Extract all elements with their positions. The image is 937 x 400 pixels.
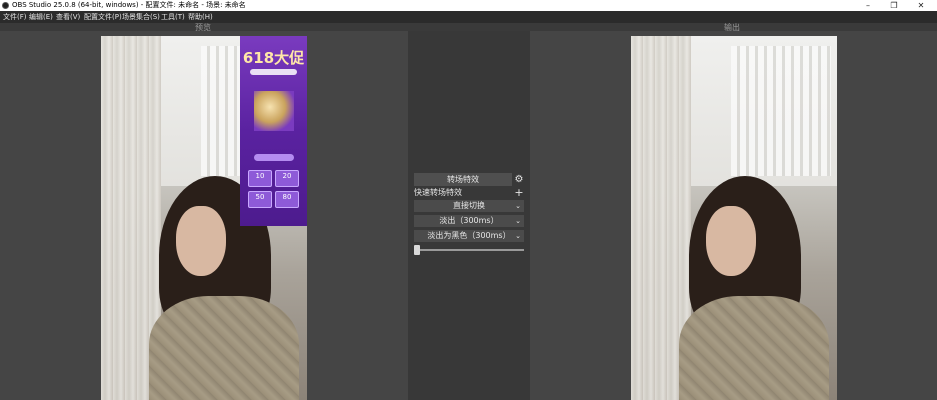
coupon-20: 20 (275, 170, 299, 187)
window-titlebar: OBS Studio 25.0.8 (64-bit, windows) - 配置… (0, 0, 937, 11)
quick-transition-fade-label: 淡出（300ms） (439, 216, 499, 225)
transition-button[interactable]: 转场特效 (414, 173, 512, 186)
menu-scene-collection[interactable]: 场景集合(S) (122, 11, 160, 23)
quick-transition-cut-label: 直接切换 (453, 201, 485, 210)
add-quick-transition-icon[interactable]: + (514, 186, 524, 199)
promo-subtitle-pill (250, 69, 297, 75)
coupon-10: 10 (248, 170, 272, 187)
obs-logo-icon (2, 2, 9, 9)
close-button[interactable]: ✕ (910, 0, 932, 11)
menu-file[interactable]: 文件(F) (3, 11, 27, 23)
menu-view[interactable]: 查看(V) (56, 11, 80, 23)
program-canvas (530, 31, 937, 400)
minimize-button[interactable]: – (857, 0, 879, 11)
chevron-down-icon: ⌄ (515, 232, 521, 240)
chevron-down-icon: ⌄ (515, 217, 521, 225)
quick-transitions-label: 快速转场特效 (414, 188, 462, 197)
sweater (149, 296, 299, 400)
coupon-50: 50 (248, 191, 272, 208)
quick-transition-fade[interactable]: 淡出（300ms） ⌄ (414, 215, 524, 227)
promo-headline: 618大促 (242, 49, 305, 67)
promo-banner-source[interactable]: 618大促 10 20 50 80 (240, 36, 307, 226)
menu-help[interactable]: 帮助(H) (188, 11, 213, 23)
t-bar-track[interactable] (414, 249, 524, 251)
cosmetics-image (254, 91, 294, 131)
face (706, 206, 756, 276)
menu-bar: 文件(F) 编辑(E) 查看(V) 配置文件(P) 场景集合(S) 工具(T) … (0, 11, 937, 23)
program-photo (631, 36, 837, 400)
quick-transition-fade-black[interactable]: 淡出为黑色（300ms） ⌄ (414, 230, 524, 242)
menu-edit[interactable]: 编辑(E) (29, 11, 53, 23)
window-title: OBS Studio 25.0.8 (64-bit, windows) - 配置… (12, 1, 246, 9)
menu-profile[interactable]: 配置文件(P) (84, 11, 122, 23)
stair-railing (731, 46, 831, 176)
face (176, 206, 226, 276)
promo-button (254, 154, 294, 161)
chevron-down-icon: ⌄ (515, 202, 521, 210)
gear-icon[interactable]: ⚙ (514, 173, 524, 186)
maximize-button[interactable]: ❐ (883, 0, 905, 11)
coupon-80: 80 (275, 191, 299, 208)
quick-transition-fade-black-label: 淡出为黑色（300ms） (427, 231, 511, 240)
quick-transition-cut[interactable]: 直接切换 ⌄ (414, 200, 524, 212)
menu-tools[interactable]: 工具(T) (161, 11, 185, 23)
t-bar-handle[interactable] (414, 245, 420, 255)
sweater (679, 296, 829, 400)
preview-canvas[interactable]: 618大促 10 20 50 80 (0, 31, 408, 400)
